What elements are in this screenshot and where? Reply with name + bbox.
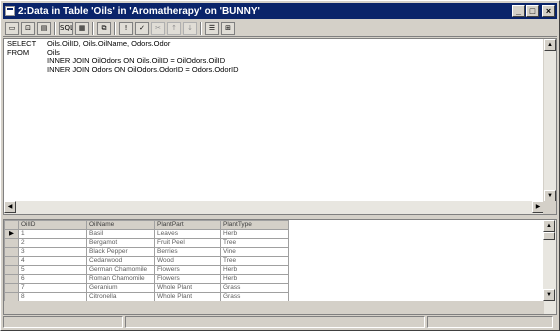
status-bar bbox=[3, 316, 557, 329]
grid-cell[interactable]: Geranium bbox=[86, 283, 155, 293]
row-selector[interactable] bbox=[4, 283, 19, 293]
status-panel bbox=[427, 316, 553, 328]
grid-cell[interactable]: 2 bbox=[18, 238, 87, 248]
grid-corner[interactable] bbox=[4, 220, 19, 230]
row-selector[interactable] bbox=[4, 256, 19, 266]
grid-cell[interactable]: Flowers bbox=[154, 265, 221, 275]
results-grid: OilID OilName PlantPart PlantType ▶ 1 Basil Lea… bbox=[4, 220, 289, 302]
sort-asc[interactable]: ↑ bbox=[167, 21, 181, 35]
sql-horizontal-scrollbar[interactable]: ◀ ▶ bbox=[4, 201, 544, 214]
table-row[interactable]: 7 Geranium Whole Plant Grass bbox=[4, 283, 289, 293]
add-table-button[interactable]: ⊞ bbox=[221, 21, 235, 35]
table-row[interactable]: ▶ 1 Basil Leaves Herb bbox=[4, 229, 289, 239]
grid-cell[interactable]: Flowers bbox=[154, 274, 221, 284]
grid-pane-toggle[interactable]: ▤ bbox=[37, 21, 51, 35]
grid-cell[interactable]: Leaves bbox=[154, 229, 221, 239]
sql-clause: INNER JOIN Odors ON OilOdors.OdorID = Od… bbox=[47, 64, 239, 74]
grid-cell[interactable]: Tree bbox=[220, 256, 289, 266]
sql-line: INNER JOIN Odors ON OilOdors.OdorID = Od… bbox=[7, 64, 239, 75]
sort-desc[interactable]: ↓ bbox=[183, 21, 197, 35]
table-row[interactable]: 3 Black Pepper Berries Vine bbox=[4, 247, 289, 257]
row-selector[interactable] bbox=[4, 265, 19, 275]
grid-cell[interactable]: Herb bbox=[220, 274, 289, 284]
scroll-up-icon[interactable]: ▲ bbox=[543, 220, 555, 232]
grid-horizontal-scrollbar[interactable] bbox=[4, 301, 544, 314]
grid-cell[interactable]: Cedarwood bbox=[86, 256, 155, 266]
row-selector[interactable] bbox=[4, 247, 19, 257]
grid-cell[interactable]: German Chamomile bbox=[86, 265, 155, 275]
grid-cell[interactable]: 3 bbox=[18, 247, 87, 257]
properties-button[interactable]: ☰ bbox=[205, 21, 219, 35]
sql-pane-toggle[interactable]: ▭ bbox=[5, 21, 19, 35]
status-panel bbox=[125, 316, 425, 328]
title-bar[interactable]: 2:Data in Table 'Oils' in 'Aromatherapy'… bbox=[3, 3, 557, 19]
change-query-type[interactable]: ⧉ bbox=[97, 21, 111, 35]
scroll-corner bbox=[543, 201, 556, 214]
grid-cell[interactable]: Grass bbox=[220, 283, 289, 293]
grid-cell[interactable]: Roman Chamomile bbox=[86, 274, 155, 284]
column-header[interactable]: PlantType bbox=[220, 220, 289, 230]
grid-cell[interactable]: 1 bbox=[18, 229, 87, 239]
scroll-left-icon[interactable]: ◀ bbox=[4, 201, 16, 213]
column-header[interactable]: OilName bbox=[86, 220, 155, 230]
verify-sql[interactable]: ✓ bbox=[135, 21, 149, 35]
sql-text[interactable]: SELECT Oils.OilID, Oils.OilName, Odors.Od… bbox=[7, 39, 239, 75]
row-selector[interactable] bbox=[4, 238, 19, 248]
results-button[interactable]: ▦ bbox=[75, 21, 89, 35]
grid-vertical-scrollbar[interactable]: ▲ ▼ bbox=[543, 220, 556, 314]
scroll-thumb[interactable] bbox=[543, 232, 555, 240]
grid-cell[interactable]: Wood bbox=[154, 256, 221, 266]
grid-cell[interactable]: Black Pepper bbox=[86, 247, 155, 257]
grid-cell[interactable]: 5 bbox=[18, 265, 87, 275]
sql-vertical-scrollbar[interactable]: ▲ ▼ bbox=[543, 39, 556, 202]
grid-cell[interactable]: Fruit Peel bbox=[154, 238, 221, 248]
window-icon[interactable] bbox=[5, 6, 15, 16]
close-button[interactable]: × bbox=[542, 5, 555, 17]
grid-cell[interactable]: Berries bbox=[154, 247, 221, 257]
grid-cell[interactable]: Herb bbox=[220, 229, 289, 239]
toolbar-separator bbox=[92, 21, 94, 35]
window-title: 2:Data in Table 'Oils' in 'Aromatherapy'… bbox=[18, 5, 260, 17]
sql-keyword bbox=[7, 57, 47, 66]
run-button[interactable]: ! bbox=[119, 21, 133, 35]
sql-clause: Oils.OilID, Oils.OilName, Odors.Odor bbox=[47, 39, 171, 48]
table-row[interactable]: 5 German Chamomile Flowers Herb bbox=[4, 265, 289, 275]
sql-button[interactable]: SQL bbox=[59, 21, 73, 35]
grid-cell[interactable]: 6 bbox=[18, 274, 87, 284]
grid-cell[interactable]: Bergamot bbox=[86, 238, 155, 248]
toolbar-separator bbox=[200, 21, 202, 35]
toolbar: ▭ ⊡ ▤ SQL ▦ ⧉! ✓ ✂ ↑ ↓ ☰ ⊞ bbox=[3, 20, 557, 37]
toolbar-separator bbox=[114, 21, 116, 35]
grid-header-row: OilID OilName PlantPart PlantType bbox=[4, 220, 289, 230]
column-header[interactable]: OilID bbox=[18, 220, 87, 230]
grid-cell[interactable]: Basil bbox=[86, 229, 155, 239]
query-window: 2:Data in Table 'Oils' in 'Aromatherapy'… bbox=[0, 0, 560, 331]
minimize-button[interactable]: _ bbox=[512, 5, 525, 17]
current-row-arrow-icon[interactable]: ▶ bbox=[4, 229, 19, 239]
results-grid-pane[interactable]: OilID OilName PlantPart PlantType ▶ 1 Basil Lea… bbox=[3, 219, 557, 315]
maximize-button[interactable]: □ bbox=[526, 5, 539, 17]
scroll-up-icon[interactable]: ▲ bbox=[544, 39, 556, 51]
diagram-pane-toggle[interactable]: ⊡ bbox=[21, 21, 35, 35]
toolbar-separator bbox=[54, 21, 56, 35]
row-selector[interactable] bbox=[4, 274, 19, 284]
grid-cell[interactable]: Tree bbox=[220, 238, 289, 248]
grid-cell[interactable]: 7 bbox=[18, 283, 87, 293]
sql-keyword bbox=[7, 66, 47, 75]
sql-line: SELECT Oils.OilID, Oils.OilName, Odors.Od… bbox=[7, 39, 239, 49]
grid-cell[interactable]: Vine bbox=[220, 247, 289, 257]
table-row[interactable]: 6 Roman Chamomile Flowers Herb bbox=[4, 274, 289, 284]
sql-keyword: FROM bbox=[7, 47, 30, 57]
grid-cell[interactable]: Herb bbox=[220, 265, 289, 275]
table-row[interactable]: 2 Bergamot Fruit Peel Tree bbox=[4, 238, 289, 248]
grid-cell[interactable]: 4 bbox=[18, 256, 87, 266]
table-row[interactable]: 4 Cedarwood Wood Tree bbox=[4, 256, 289, 266]
remove-filter[interactable]: ✂ bbox=[151, 21, 165, 35]
scroll-down-icon[interactable]: ▼ bbox=[543, 289, 555, 301]
status-panel bbox=[3, 316, 123, 328]
grid-cell[interactable]: Whole Plant bbox=[154, 283, 221, 293]
sql-pane[interactable]: SELECT Oils.OilID, Oils.OilName, Odors.Od… bbox=[3, 38, 557, 215]
column-header[interactable]: PlantPart bbox=[154, 220, 221, 230]
